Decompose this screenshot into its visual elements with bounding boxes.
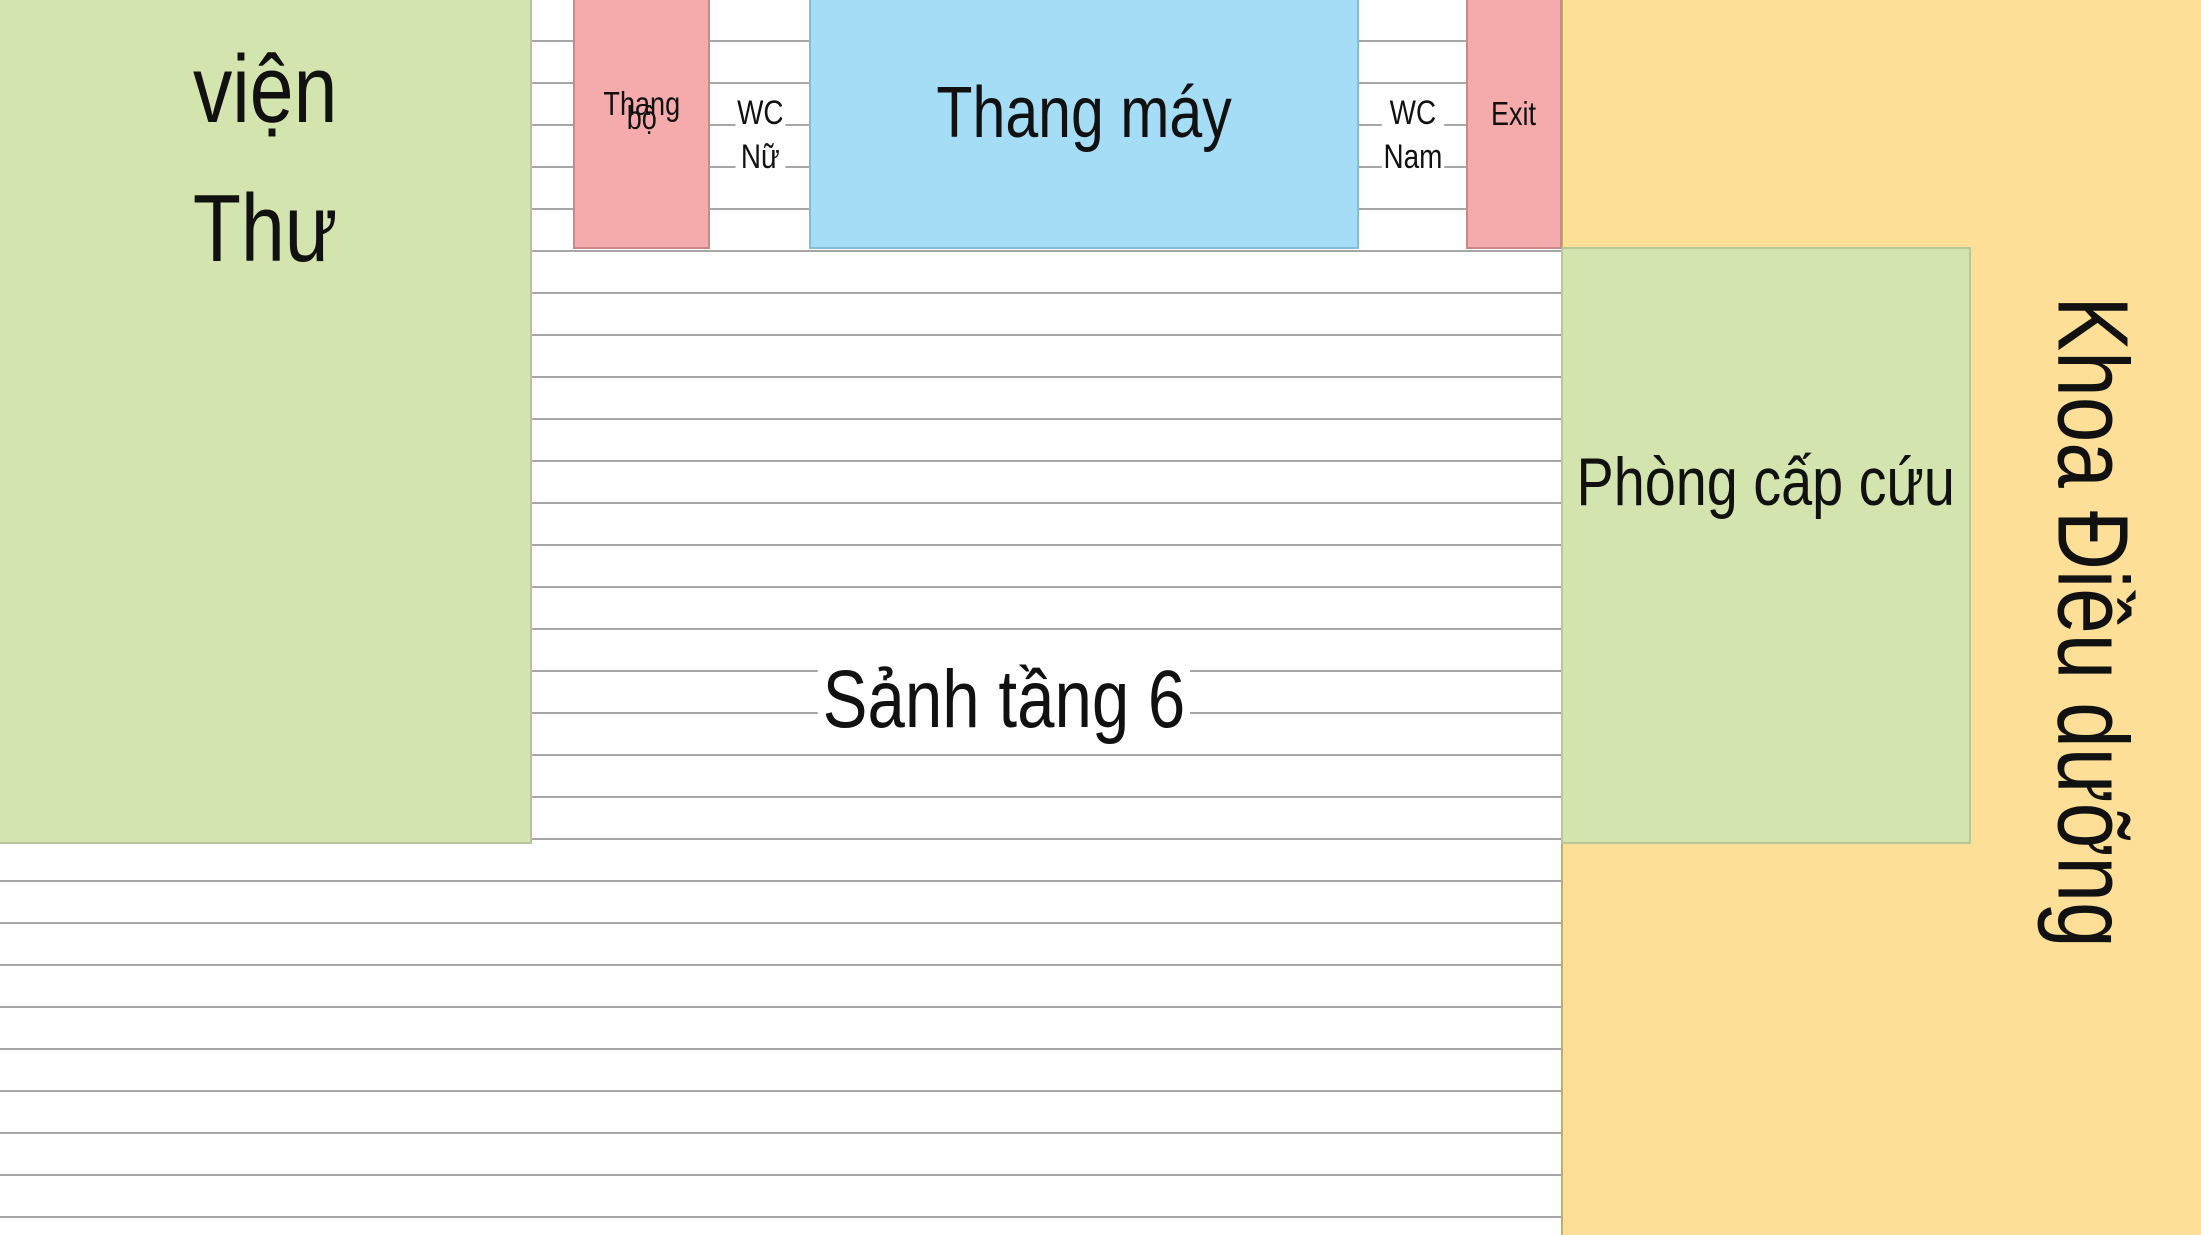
wc-male-label: WC Nam <box>1375 90 1451 180</box>
stairs-room: Thang bộ <box>573 0 710 249</box>
floor-map: Khoa Điều dưỡng Phòng cấp cứu Thư viện T… <box>0 0 2201 1235</box>
elevator-label: Thang máy <box>936 73 1232 154</box>
elevator-room: Thang máy <box>809 0 1359 249</box>
wc-female: WC Nữ <box>710 90 810 180</box>
lobby-label: Sảnh tầng 6 <box>817 654 1191 746</box>
nursing-department-label: Khoa Điều dưỡng <box>2036 296 2149 948</box>
stairs-label-line-2: bộ <box>626 98 657 136</box>
exit-room: Exit <box>1466 0 1562 249</box>
stairs-label: Thang bộ <box>595 85 689 137</box>
wc-female-label-line-2: Nữ <box>735 135 785 180</box>
library-room: Thư viện <box>0 0 532 844</box>
wc-female-label: WC Nữ <box>730 90 791 180</box>
emergency-room: Phòng cấp cứu <box>1561 247 1971 844</box>
wc-male-label-line-2: Nam <box>1381 135 1445 180</box>
wc-male-label-line-1: WC <box>1381 90 1445 135</box>
wc-female-label-line-1: WC <box>735 90 785 135</box>
wc-male: WC Nam <box>1359 90 1467 180</box>
library-label-line-1: Thư <box>192 175 338 282</box>
exit-label: Exit <box>1491 94 1537 132</box>
library-label-line-2: viện <box>192 35 338 143</box>
emergency-room-label: Phòng cấp cứu <box>1576 444 1956 521</box>
